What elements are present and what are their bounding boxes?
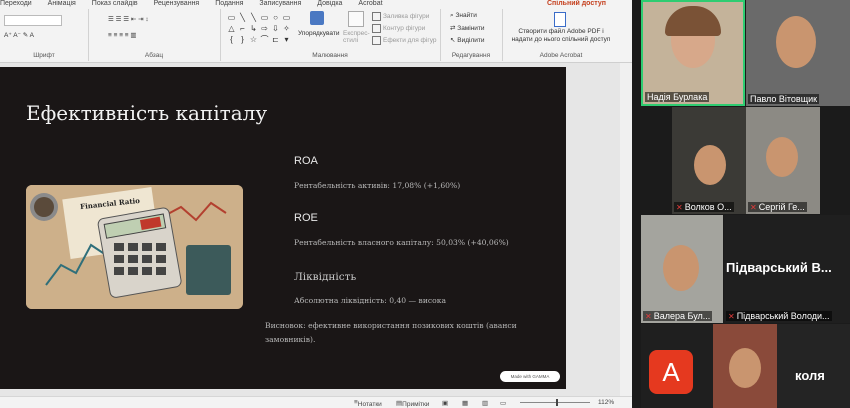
ribbon: Переходи Анімація Показ слайдів Рецензув… <box>0 0 632 63</box>
create-pdf-line2: надати до нього спільний доступ <box>511 36 611 43</box>
participant-photo <box>694 145 726 185</box>
notes-button[interactable]: ≡ Нотатки <box>354 399 382 408</box>
tab-acrobat[interactable]: Acrobat <box>358 0 382 7</box>
shapes-gallery[interactable]: ▭ ╲ ╲ ▭ ○ ▭ △ ⌐ ↳ ⇨ ⇩ ✧ {} ☆ ⌒ ⊏ ▾ <box>226 12 292 48</box>
participant-name: ✕ Підварський Володи... <box>726 311 832 321</box>
participant-tile-4[interactable]: ✕ Сергій Ге... <box>746 107 820 214</box>
participant-name: Надія Бурлака <box>645 92 710 102</box>
muted-mic-icon: ✕ <box>728 312 735 321</box>
participant-big-label: коля <box>795 368 825 383</box>
participant-tile-2[interactable]: Павло Вітовщик <box>746 0 850 106</box>
roa-heading[interactable]: ROA <box>294 155 318 167</box>
font-format-buttons[interactable]: A⁺ A⁻ ✎ A <box>4 31 34 39</box>
financial-ratio-image[interactable]: Financial Ratio <box>26 185 243 309</box>
arrange-button[interactable]: Упорядкувати <box>298 30 339 37</box>
participant-tile-1[interactable]: Надія Бурлака <box>641 0 745 106</box>
font-size-box[interactable] <box>4 15 62 26</box>
drawing-group-label: Малювання <box>312 52 348 59</box>
comments-button[interactable]: ▤ Примітки <box>396 399 429 408</box>
replace-button[interactable]: ⇄ Замінити <box>450 24 485 32</box>
pen-icon <box>372 24 381 33</box>
font-group: A⁺ A⁻ ✎ A Шрифт <box>0 9 89 61</box>
participant-name: Павло Вітовщик <box>748 94 820 104</box>
tab-animation[interactable]: Анімація <box>48 0 76 7</box>
zoom-level[interactable]: 112% <box>598 399 614 406</box>
zoom-slider[interactable] <box>520 402 590 403</box>
ribbon-tabs: Переходи Анімація Показ слайдів Рецензув… <box>0 0 632 8</box>
vertical-scrollbar[interactable] <box>620 63 632 396</box>
participant-photo <box>663 245 699 291</box>
made-with-badge[interactable]: Made with GAMMA <box>500 371 560 382</box>
tab-review[interactable]: Рецензування <box>154 0 200 7</box>
slide-canvas[interactable]: Ефективність капіталу Financial Ratio RO… <box>0 67 566 389</box>
editing-group-label: Редагування <box>451 52 491 59</box>
participant-tile-5[interactable]: ✕ Валера Бул... <box>641 215 723 323</box>
participant-photo <box>766 137 798 177</box>
participant-tile-7[interactable]: A <box>641 324 713 408</box>
arrange-icon[interactable] <box>310 11 324 25</box>
zoom-slider-thumb[interactable] <box>556 399 558 406</box>
create-pdf-line1: Створити файл Adobe PDF і <box>518 28 604 35</box>
participant-big-label: Підварський В... <box>726 260 832 275</box>
slide-sorter-icon[interactable]: ▦ <box>462 399 468 407</box>
create-pdf-button[interactable]: Створити файл Adobe PDF і надати до ньог… <box>504 28 618 44</box>
shape-effects-button[interactable]: Ефекти для фігур <box>372 36 437 45</box>
quick-styles-button[interactable]: Експрес-стилі <box>343 30 373 44</box>
paint-bucket-icon <box>372 12 381 21</box>
align-buttons[interactable]: ≡ ≡ ≡ ≡ ▥ <box>108 31 137 39</box>
avatar: A <box>649 350 693 394</box>
status-bar: ≡ Нотатки ▤ Примітки ▣ ▦ ▥ ▭ 112% <box>0 396 632 408</box>
powerpoint-window: Переходи Анімація Показ слайдів Рецензув… <box>0 0 632 408</box>
participant-tile-6[interactable]: Підварський В... ✕ Підварський Володи... <box>724 215 850 323</box>
paragraph-group: ☰ ☰ ☰ ⇤ ⇥ ↕ ≡ ≡ ≡ ≡ ▥ Абзац <box>88 9 221 61</box>
pdf-icon <box>554 12 566 27</box>
find-button[interactable]: ⌕ Знайти <box>450 12 477 20</box>
muted-mic-icon: ✕ <box>645 312 652 321</box>
participant-tile-3[interactable]: ✕ Волков О... <box>672 107 746 214</box>
participant-tile-8[interactable]: коля <box>713 324 850 408</box>
roa-text[interactable]: Рентабельність активів: 17,08% (+1,60%) <box>294 181 460 190</box>
hair <box>665 6 721 36</box>
participant-name: ✕ Волков О... <box>674 202 734 212</box>
tab-record[interactable]: Записування <box>259 0 301 7</box>
roe-text[interactable]: Рентабельність власного капіталу: 50,03%… <box>294 238 509 247</box>
acrobat-group-label: Adobe Acrobat <box>539 52 583 59</box>
participant-photo <box>729 348 761 388</box>
shape-outline-button[interactable]: Контур фігури <box>372 24 425 33</box>
tab-help[interactable]: Довідка <box>317 0 342 7</box>
conclusion-line-1[interactable]: Висновок: ефективне використання позиков… <box>265 321 517 330</box>
participant-photo <box>776 16 816 68</box>
list-buttons[interactable]: ☰ ☰ ☰ ⇤ ⇥ ↕ <box>108 15 149 23</box>
tab-view[interactable]: Подання <box>215 0 243 7</box>
paragraph-group-label: Абзац <box>144 52 164 59</box>
muted-mic-icon: ✕ <box>750 203 757 212</box>
participant-name: ✕ Сергій Ге... <box>748 202 807 212</box>
tab-slideshow[interactable]: Показ слайдів <box>92 0 138 7</box>
liquidity-text[interactable]: Абсолютна ліквідність: 0,40 — висока <box>294 296 446 305</box>
reading-view-icon[interactable]: ▥ <box>482 399 488 407</box>
roe-heading[interactable]: ROE <box>294 212 318 224</box>
slide-title[interactable]: Ефективність капіталу <box>26 101 267 125</box>
slideshow-icon[interactable]: ▭ <box>500 399 506 407</box>
select-button[interactable]: ↖ Виділити <box>450 36 485 44</box>
participant-name: ✕ Валера Бул... <box>643 311 713 321</box>
muted-mic-icon: ✕ <box>676 203 683 212</box>
normal-view-icon[interactable]: ▣ <box>442 399 448 407</box>
share-button[interactable]: Спільний доступ <box>547 0 606 8</box>
tab-transitions[interactable]: Переходи <box>0 0 32 7</box>
liquidity-heading[interactable]: Ліквідність <box>294 271 356 283</box>
video-call-panel: Надія Бурлака Павло Вітовщик ✕ Волков О..… <box>632 0 850 408</box>
font-group-label: Шрифт <box>33 52 55 59</box>
quick-styles-icon[interactable] <box>348 11 364 27</box>
conclusion-line-2[interactable]: замовників). <box>265 335 315 344</box>
shape-fill-button[interactable]: Заливка фігури <box>372 12 429 21</box>
effects-icon <box>372 36 381 45</box>
